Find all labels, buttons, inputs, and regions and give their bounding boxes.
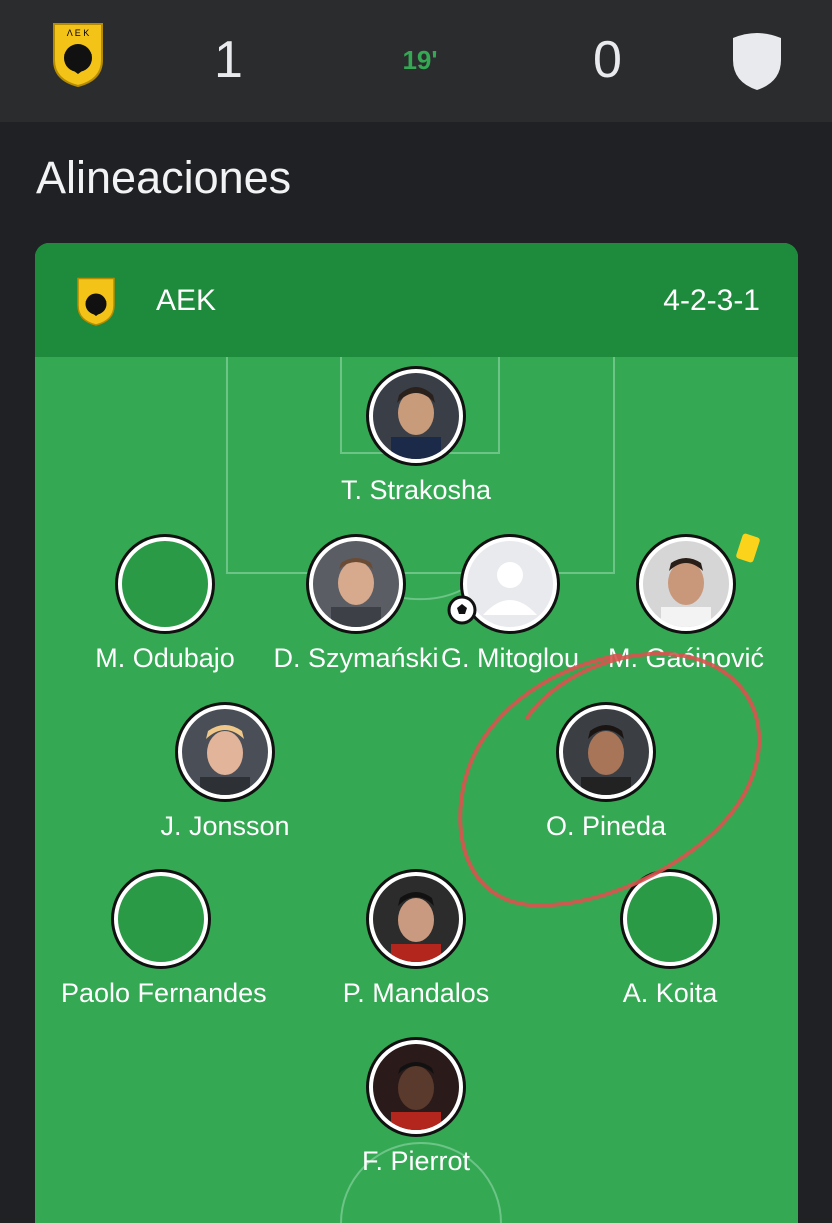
player-photo xyxy=(178,705,272,799)
aek-crest-icon xyxy=(77,277,115,326)
home-score: 1 xyxy=(214,31,243,89)
player-att-2[interactable]: P. Mandalos xyxy=(316,872,516,1010)
player-mid-1[interactable]: J. Jonsson xyxy=(125,705,325,843)
player-photo xyxy=(369,872,463,966)
player-photo xyxy=(369,369,463,463)
shield-placeholder-icon xyxy=(733,33,781,90)
player-name: F. Pierrot xyxy=(361,1146,471,1176)
person-placeholder-icon xyxy=(483,562,537,615)
away-score: 0 xyxy=(593,31,622,89)
player-goalkeeper[interactable]: T. Strakosha xyxy=(316,369,516,507)
lineups-title: Alineaciones xyxy=(36,152,292,203)
player-photo xyxy=(559,705,653,799)
match-score-bar: Λ Ε Κ 1 19' 0 xyxy=(0,0,832,122)
player-photo-placeholder xyxy=(463,537,557,631)
player-name: A. Koita xyxy=(622,978,718,1008)
yellow-card-icon xyxy=(735,532,761,564)
player-name: M. Odubajo xyxy=(95,643,235,673)
player-name: P. Mandalos xyxy=(342,978,490,1008)
player-photo xyxy=(639,537,733,631)
player-att-1[interactable]: Paolo Fernandes xyxy=(61,872,267,1010)
player-photo-empty xyxy=(623,872,717,966)
player-name: O. Pineda xyxy=(545,811,667,841)
player-def-4[interactable]: M. Gaćinović xyxy=(586,532,786,675)
lineup-header[interactable]: AEK 4-2-3-1 xyxy=(35,243,798,357)
player-photo xyxy=(369,1040,463,1134)
pitch: T. Strakosha M. Odubajo D. Szymański G. … xyxy=(35,357,798,1223)
svg-text:Λ Ε Κ: Λ Ε Κ xyxy=(67,28,90,38)
team-name: AEK xyxy=(156,284,217,317)
player-name: G. Mitoglou xyxy=(440,643,580,673)
player-name: Paolo Fernandes xyxy=(61,978,267,1008)
player-photo xyxy=(309,537,403,631)
player-name: M. Gaćinović xyxy=(607,643,765,673)
player-photo-empty xyxy=(114,872,208,966)
player-def-3[interactable]: G. Mitoglou xyxy=(410,537,610,675)
formation-label: 4-2-3-1 xyxy=(663,284,760,317)
player-name: T. Strakosha xyxy=(340,475,492,505)
match-minute: 19' xyxy=(402,45,438,75)
player-att-3[interactable]: A. Koita xyxy=(570,872,770,1010)
player-mid-2[interactable]: O. Pineda xyxy=(506,705,706,843)
player-name: J. Jonsson xyxy=(160,811,290,841)
player-photo-empty xyxy=(118,537,212,631)
goal-ball-icon xyxy=(447,595,477,625)
player-def-1[interactable]: M. Odubajo xyxy=(65,537,265,675)
lineup-card: AEK 4-2-3-1 T. Strakosha M. Odubajo D. S… xyxy=(35,243,798,1223)
player-forward[interactable]: F. Pierrot xyxy=(316,1040,516,1178)
aek-crest-icon: Λ Ε Κ xyxy=(53,23,103,88)
